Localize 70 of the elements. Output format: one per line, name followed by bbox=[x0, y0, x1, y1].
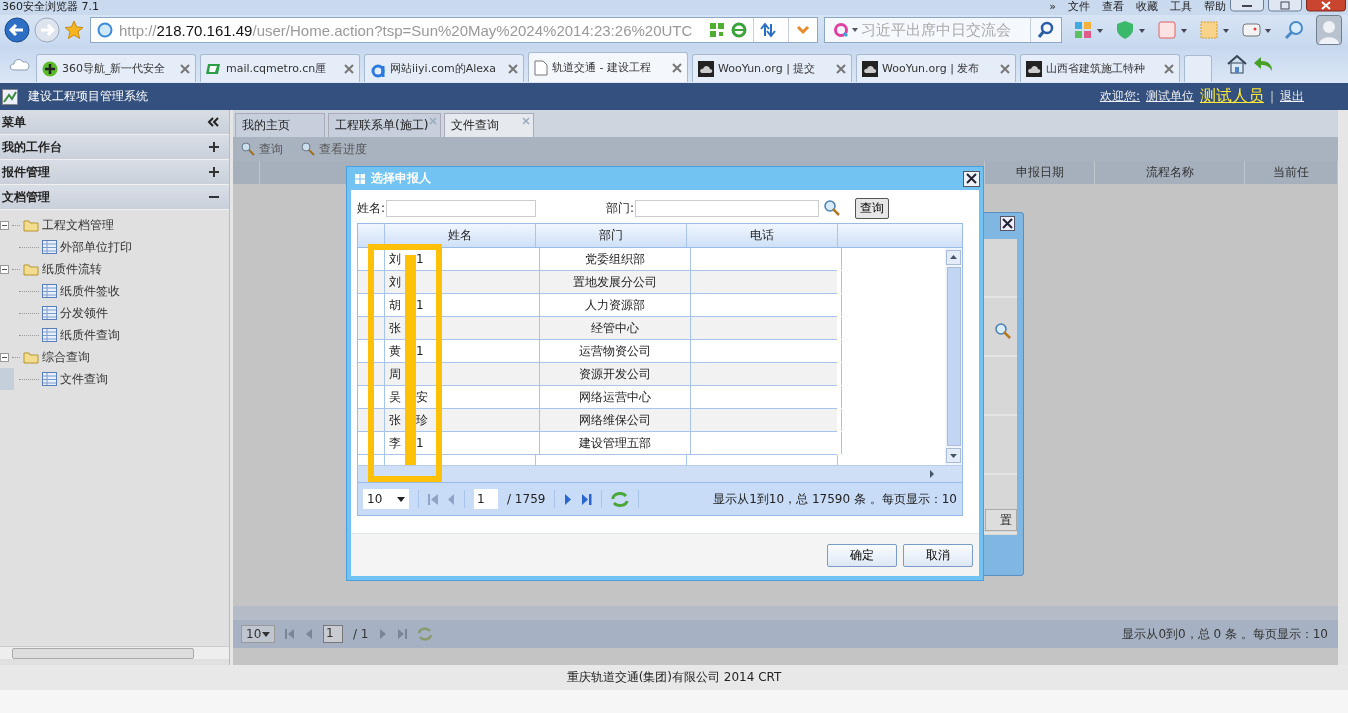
table-cell: 置地发展分公司 bbox=[540, 271, 691, 293]
reset-button[interactable]: 置 bbox=[985, 509, 1017, 531]
table-cell: 党委组织部 bbox=[540, 248, 691, 270]
section-title: 我的工作台 bbox=[2, 138, 62, 156]
field-label: 姓名: bbox=[357, 199, 386, 217]
page-size-select[interactable]: 10 bbox=[241, 625, 275, 643]
menu-section[interactable]: 文档管理 bbox=[0, 185, 229, 210]
tree-item[interactable]: 文件查询 bbox=[60, 370, 108, 388]
tree-item[interactable]: 外部单位打印 bbox=[60, 238, 132, 256]
page-input[interactable]: 1 bbox=[474, 489, 498, 509]
separator: | bbox=[1269, 89, 1274, 104]
page-input[interactable]: 1 bbox=[323, 625, 343, 643]
field-label: 部门: bbox=[606, 199, 635, 217]
browser-tab[interactable]: mail.cqmetro.cn厘 bbox=[200, 54, 360, 82]
menu-item[interactable]: 收藏 bbox=[1136, 0, 1158, 14]
unit-name: 测试单位 bbox=[1145, 88, 1194, 105]
search-button[interactable]: 查询 bbox=[855, 197, 890, 219]
table-cell: 运营物资公司 bbox=[540, 340, 691, 362]
pager-info: 显示从0到0，总 0 条 。每页显示：10 bbox=[1122, 625, 1328, 643]
toolbar-button[interactable]: 查看进度 bbox=[301, 140, 367, 158]
page-tab[interactable]: 我的主页 bbox=[235, 113, 325, 137]
logout-link[interactable]: 退出 bbox=[1280, 88, 1304, 105]
footer-text: 重庆轨道交通(集团)有限公司 2014 CRT bbox=[566, 669, 782, 686]
browser-tab[interactable]: 轨道交通 - 建设工程 bbox=[528, 52, 688, 82]
toolbar-button[interactable]: 查询 bbox=[241, 140, 283, 158]
menu-item[interactable]: 查看 bbox=[1102, 0, 1124, 14]
tree-item[interactable]: 纸质件查询 bbox=[60, 326, 120, 344]
tree-item[interactable]: 工程文档管理 bbox=[42, 216, 114, 234]
window-title: 360安全浏览器 7.1 bbox=[2, 0, 99, 14]
column-header[interactable]: 姓名 bbox=[385, 224, 536, 247]
table-cell: 网络维保公司 bbox=[540, 409, 691, 431]
section-title: 文档管理 bbox=[2, 188, 50, 206]
browser-tab[interactable]: WooYun.org | 发布 bbox=[856, 54, 1016, 82]
column-header[interactable]: 部门 bbox=[536, 224, 687, 247]
page-total: / 1 bbox=[353, 627, 369, 641]
menu-item[interactable]: 文件 bbox=[1068, 0, 1090, 14]
search-field[interactable]: 习近平出席中日交流会 bbox=[824, 17, 1062, 43]
tree-item[interactable]: 分发领件 bbox=[60, 304, 108, 322]
user-name[interactable]: 测试人员 bbox=[1199, 86, 1264, 107]
menu-item[interactable]: » bbox=[1049, 0, 1056, 14]
table-cell: 建设管理五部 bbox=[540, 432, 691, 454]
page-size-select[interactable]: 10 bbox=[363, 489, 409, 509]
table-cell: 人力资源部 bbox=[540, 294, 691, 316]
menu-item[interactable]: 工具 bbox=[1170, 0, 1192, 14]
dialog-button[interactable]: 确定 bbox=[827, 543, 897, 567]
browser-tab[interactable]: 山西省建筑施工特种 bbox=[1020, 54, 1180, 82]
welcome-text: 欢迎您: bbox=[1099, 88, 1140, 105]
menu-title: 菜单 bbox=[2, 113, 26, 131]
tree-item[interactable]: 综合查询 bbox=[42, 348, 90, 366]
dialog-title: 选择申报人 bbox=[371, 170, 431, 187]
tree-item[interactable]: 纸质件流转 bbox=[42, 260, 102, 278]
browser-tab[interactable]: 网站iiyi.com的Alexa bbox=[364, 54, 524, 82]
page-tab[interactable]: 工程联系单(施工) bbox=[328, 113, 442, 137]
tree-item[interactable]: 纸质件签收 bbox=[60, 282, 120, 300]
menu-item[interactable]: 帮助 bbox=[1204, 0, 1226, 14]
pager-info: 显示从1到10，总 17590 条 。每页显示：10 bbox=[713, 490, 957, 508]
table-cell: 网络运营中心 bbox=[540, 386, 691, 408]
browser-tab[interactable]: 360导航_新一代安全 bbox=[36, 54, 196, 82]
dialog-button[interactable]: 取消 bbox=[903, 543, 973, 567]
table-cell: 经管中心 bbox=[540, 317, 691, 339]
address-field[interactable]: http://218.70.161.49/user/Home.action?tsp=Sun%20May%2024%2014:23:26%20UTC bbox=[90, 17, 818, 43]
menu-section[interactable]: 我的工作台 bbox=[0, 135, 229, 160]
page-total: / 1759 bbox=[507, 492, 546, 506]
page-tab[interactable]: 文件查询 bbox=[444, 113, 535, 137]
menu-section[interactable]: 报件管理 bbox=[0, 160, 229, 185]
section-title: 报件管理 bbox=[2, 163, 50, 181]
app-title: 建设工程项目管理系统 bbox=[28, 88, 148, 105]
table-cell: 资源开发公司 bbox=[540, 363, 691, 385]
column-header[interactable]: 电话 bbox=[687, 224, 838, 247]
browser-tab[interactable]: WooYun.org | 提交 bbox=[692, 54, 852, 82]
